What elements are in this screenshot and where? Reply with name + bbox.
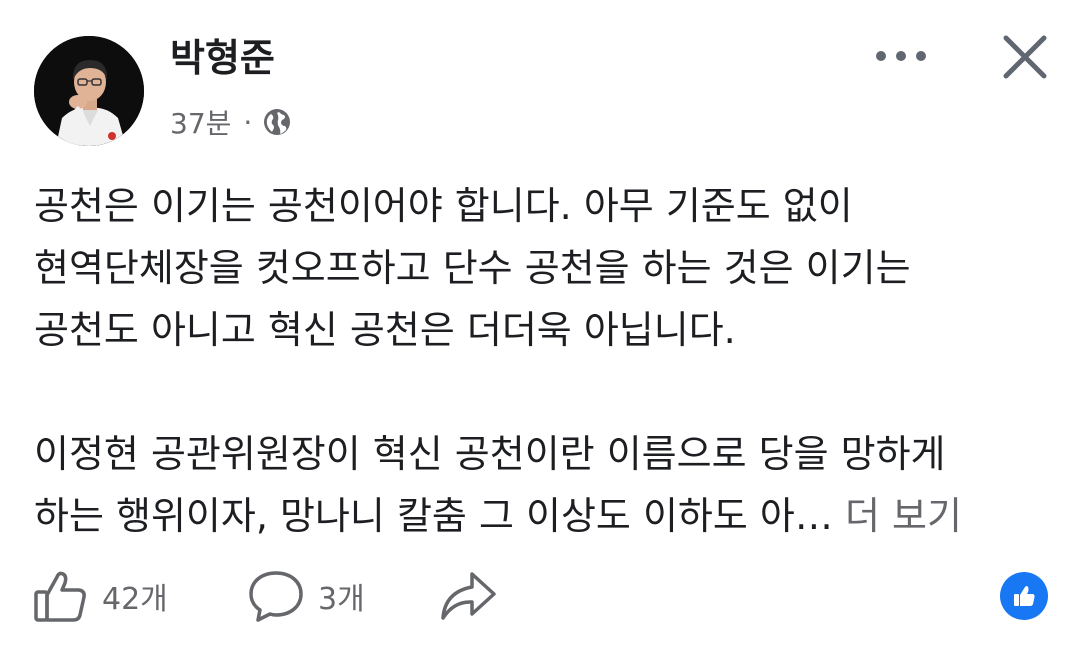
- body-line-text: 하는 행위이자, 망나니 칼춤 그 이상도 이하도 아…: [34, 494, 833, 538]
- comment-button[interactable]: 3개: [246, 566, 365, 626]
- globe-icon: [262, 107, 292, 137]
- more-horizontal-icon: [876, 51, 926, 61]
- post-card: 박형준 37분 · 공천은 이기는 공천이어야 합니다. 아무 기준도 없이 현…: [0, 0, 1080, 649]
- share-button[interactable]: [438, 566, 498, 626]
- post-body: 공천은 이기는 공천이어야 합니다. 아무 기준도 없이 현역단체장을 컷오프하…: [34, 175, 1044, 547]
- post-meta: 37분 ·: [170, 100, 292, 144]
- body-line-last: 하는 행위이자, 망나니 칼춤 그 이상도 이하도 아… 더 보기: [34, 485, 1044, 547]
- body-line: 공천은 이기는 공천이어야 합니다. 아무 기준도 없이: [34, 184, 853, 228]
- author-name[interactable]: 박형준: [170, 32, 275, 84]
- close-icon: [1003, 35, 1047, 79]
- close-button[interactable]: [996, 28, 1054, 86]
- like-reaction-icon: [1014, 586, 1035, 606]
- like-button[interactable]: 42개: [32, 566, 168, 626]
- like-reaction-badge[interactable]: [1000, 572, 1048, 620]
- author-avatar[interactable]: [34, 36, 144, 146]
- avatar-photo: [34, 36, 144, 146]
- share-arrow-icon: [441, 572, 496, 620]
- see-more-link[interactable]: 더 보기: [845, 494, 962, 538]
- body-line: 공천도 아니고 혁신 공천은 더더욱 아닙니다.: [34, 308, 736, 352]
- comment-bubble-icon: [249, 571, 303, 622]
- thumbs-up-icon: [34, 571, 86, 622]
- more-options-button[interactable]: [866, 36, 936, 76]
- body-line: 현역단체장을 컷오프하고 단수 공천을 하는 것은 이기는: [34, 246, 911, 290]
- like-count: 42개: [102, 582, 168, 617]
- post-time[interactable]: 37분: [170, 102, 231, 142]
- body-line: 이정현 공관위원장이 혁신 공천이란 이름으로 당을 망하게: [34, 432, 946, 476]
- comment-count: 3개: [318, 582, 365, 617]
- meta-separator: ·: [243, 105, 253, 139]
- action-bar: 42개 3개: [0, 566, 1080, 626]
